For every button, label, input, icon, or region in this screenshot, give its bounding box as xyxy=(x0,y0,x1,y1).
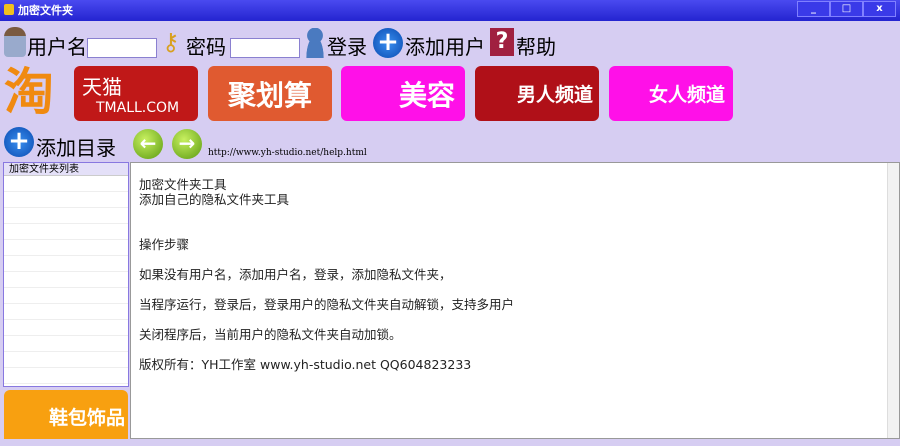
username-label: 用户名 xyxy=(27,35,87,59)
beauty-banner[interactable]: 美容 xyxy=(341,66,465,121)
login-user-lock-icon xyxy=(303,28,327,58)
men-channel-text: 男人频道 xyxy=(516,84,593,106)
add-dir-plus-icon[interactable]: + xyxy=(4,127,34,157)
minimize-button[interactable]: _ xyxy=(797,1,830,17)
folder-list[interactable]: 加密文件夹列表 xyxy=(3,162,129,387)
women-channel-banner[interactable]: 女人频道 xyxy=(609,66,733,121)
add-user-button[interactable]: 添加用户 xyxy=(405,35,485,59)
taobao-logo[interactable]: 淘 xyxy=(4,62,54,122)
forward-arrow-icon[interactable]: → xyxy=(172,129,202,159)
user-icon xyxy=(4,27,26,57)
window-title: 加密文件夹 xyxy=(18,4,73,17)
tmall-cn-text: 天猫 xyxy=(82,75,122,99)
help-button[interactable]: 帮助 xyxy=(516,35,556,59)
title-bar: 加密文件夹 _ □ x xyxy=(0,0,900,21)
beauty-text: 美容 xyxy=(398,78,455,112)
tmall-banner[interactable]: 天猫 TMALL.COM xyxy=(74,66,198,121)
bags-banner[interactable]: 鞋包饰品 xyxy=(4,390,128,439)
help-content: 加密文件夹工具 添加自己的隐私文件夹工具 操作步骤 如果没有用户名，添加用户名，… xyxy=(130,162,900,439)
key-icon: ⚷ xyxy=(162,28,180,56)
password-input[interactable] xyxy=(230,38,300,58)
username-input[interactable] xyxy=(87,38,157,58)
add-user-plus-icon[interactable]: + xyxy=(373,28,403,58)
tmall-en-text: TMALL.COM xyxy=(96,100,180,116)
content-line: 版权所有：YH工作室 www.yh-studio.net QQ604823233 xyxy=(139,357,472,372)
men-channel-banner[interactable]: 男人频道 xyxy=(475,66,599,121)
lock-icon xyxy=(4,4,14,15)
content-line: 当程序运行，登录后，登录用户的隐私文件夹自动解锁，支持多用户 xyxy=(139,297,515,312)
content-line: 添加自己的隐私文件夹工具 xyxy=(139,192,290,207)
add-dir-button[interactable]: 添加目录 xyxy=(36,136,116,160)
content-line: 如果没有用户名，添加用户名，登录，添加隐私文件夹， xyxy=(139,267,452,282)
bags-text: 鞋包饰品 xyxy=(48,407,125,429)
content-line: 操作步骤 xyxy=(139,237,190,252)
folder-list-header: 加密文件夹列表 xyxy=(4,163,128,176)
login-button[interactable]: 登录 xyxy=(327,35,367,59)
url-text[interactable]: http://www.yh-studio.net/help.html xyxy=(208,148,367,158)
back-arrow-icon[interactable]: ← xyxy=(133,129,163,159)
close-button[interactable]: x xyxy=(863,1,896,17)
help-icon[interactable]: ? xyxy=(490,28,514,56)
content-line: 关闭程序后，当前用户的隐私文件夹自动加锁。 xyxy=(139,327,402,342)
password-label: 密码 xyxy=(186,35,226,59)
women-channel-text: 女人频道 xyxy=(648,84,725,106)
juhuasuan-banner[interactable]: 聚划算 xyxy=(208,66,332,121)
vertical-scrollbar[interactable] xyxy=(887,163,899,438)
maximize-button[interactable]: □ xyxy=(830,1,863,17)
